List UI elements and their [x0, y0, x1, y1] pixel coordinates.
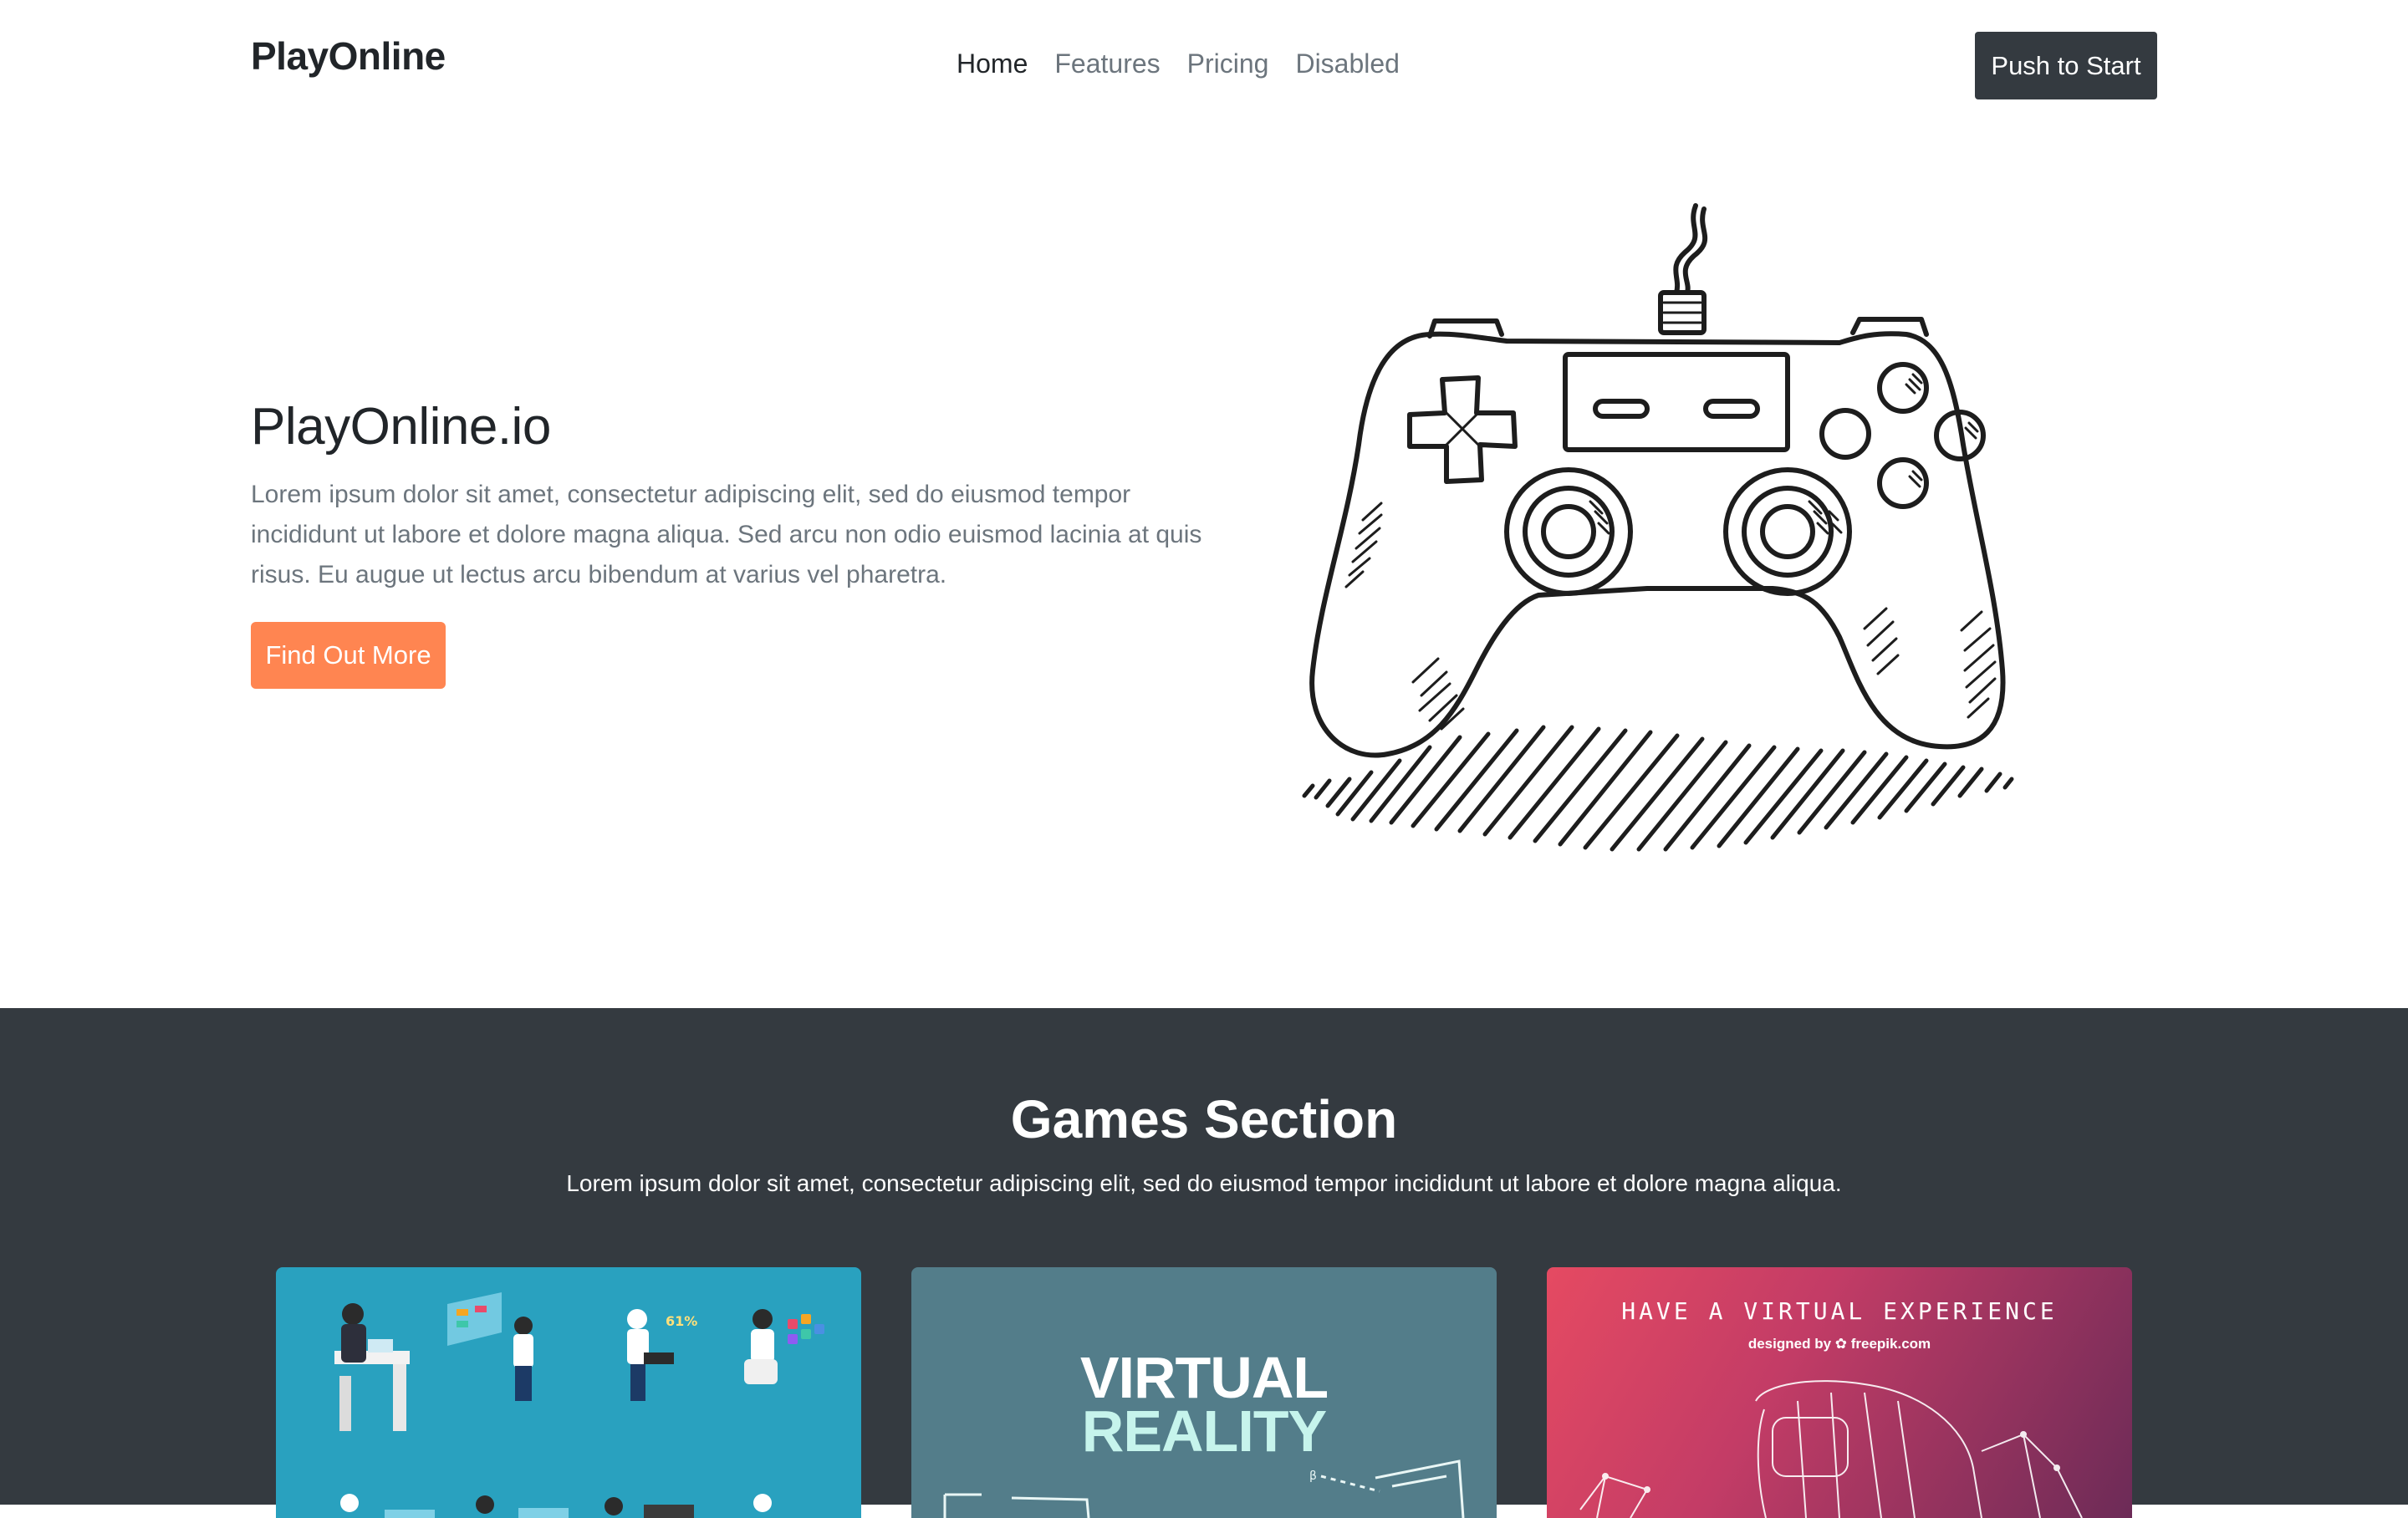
find-out-more-button[interactable]: Find Out More — [251, 622, 446, 689]
gamepad-sketch-icon — [1302, 203, 2014, 852]
games-section-title: Games Section — [1010, 1089, 1398, 1149]
svg-text:β: β — [1309, 1470, 1317, 1483]
games-section: Games Section Lorem ipsum dolor sit amet… — [0, 1008, 2408, 1518]
isometric-people-illustration-icon: 61% — [334, 1292, 824, 1518]
navbar: PlayOnline Home Features Pricing Disable… — [0, 0, 2408, 125]
push-to-start-button[interactable]: Push to Start — [1975, 32, 2157, 99]
main-nav: Home Features Pricing Disabled — [957, 48, 1400, 79]
hero-lead: Lorem ipsum dolor sit amet, consectetur … — [251, 481, 1202, 588]
game-card-1[interactable]: 61% — [276, 1267, 861, 1518]
nav-link-pricing[interactable]: Pricing — [1187, 48, 1269, 79]
nav-link-disabled: Disabled — [1295, 48, 1400, 79]
nav-link-features[interactable]: Features — [1054, 48, 1160, 79]
game-card-2[interactable]: VIRTUAL REALITY β — [911, 1267, 1497, 1518]
brand-logo[interactable]: PlayOnline — [251, 33, 446, 79]
vr-headset-illustration-icon — [1579, 1380, 2083, 1518]
hero-title: PlayOnline.io — [251, 398, 551, 456]
nav-link-home[interactable]: Home — [957, 48, 1028, 79]
virtual-reality-illustration-icon: β — [943, 1459, 1465, 1518]
games-section-subtitle: Lorem ipsum dolor sit amet, consectetur … — [566, 1170, 1842, 1196]
game-card-3[interactable]: HAVE A VIRTUAL EXPERIENCE designed by ✿ … — [1547, 1267, 2132, 1518]
svg-text:61%: 61% — [666, 1313, 697, 1329]
